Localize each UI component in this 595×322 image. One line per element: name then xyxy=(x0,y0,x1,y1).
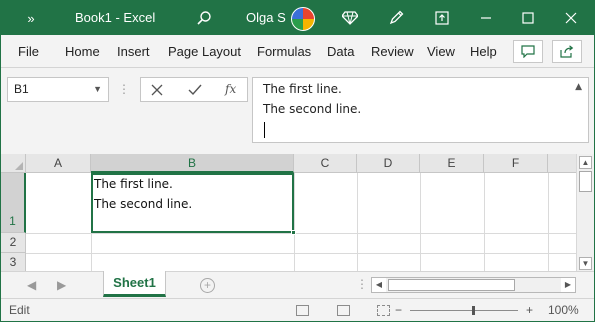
tab-page-layout[interactable]: Page Layout xyxy=(168,35,241,68)
tab-formulas[interactable]: Formulas xyxy=(257,35,311,68)
next-sheet-icon[interactable]: ▶ xyxy=(57,272,66,298)
formula-bar-input[interactable]: The first line. The second line. ▲ xyxy=(252,77,589,143)
horizontal-scrollbar[interactable]: ◀ ▶ xyxy=(371,277,576,293)
column-header-b[interactable]: B xyxy=(91,154,294,173)
text-cursor xyxy=(264,122,265,138)
page-layout-view-icon[interactable] xyxy=(337,305,350,316)
column-header-g[interactable] xyxy=(548,154,576,173)
search-icon[interactable] xyxy=(195,1,213,35)
insert-function-button[interactable]: fx xyxy=(225,78,236,101)
name-box[interactable]: B1 ▼ xyxy=(7,77,109,102)
formula-line-1: The first line. xyxy=(263,82,342,96)
cancel-x-icon[interactable] xyxy=(151,78,163,101)
title-bar: » Book1 - Excel Olga S xyxy=(1,1,594,35)
normal-view-icon[interactable] xyxy=(296,305,309,316)
column-header-d[interactable]: D xyxy=(357,154,420,173)
page-break-view-icon[interactable] xyxy=(377,305,390,316)
scroll-up-icon[interactable]: ▲ xyxy=(579,156,592,169)
workbook-title: Book1 - Excel xyxy=(75,10,156,25)
chevron-double-right-icon[interactable]: » xyxy=(23,1,39,35)
row-header-3[interactable]: 3 xyxy=(1,253,26,271)
name-box-value: B1 xyxy=(14,82,29,96)
cell-b1[interactable]: The first line. The second line. xyxy=(91,173,296,235)
excel-window: » Book1 - Excel Olga S File Home Insert xyxy=(0,0,595,322)
zoom-out-button[interactable]: − xyxy=(395,299,402,321)
row-header-2[interactable]: 2 xyxy=(1,233,26,253)
cell-b1-line-2: The second line. xyxy=(94,197,193,211)
status-mode: Edit xyxy=(9,303,30,317)
tab-file[interactable]: File xyxy=(18,35,39,68)
maximize-icon[interactable] xyxy=(519,1,537,35)
tab-home[interactable]: Home xyxy=(65,35,100,68)
share-icon xyxy=(560,45,574,58)
chevron-down-icon[interactable]: ▼ xyxy=(93,78,102,101)
vertical-scrollbar[interactable]: ▲ ▼ xyxy=(576,154,594,271)
select-all-button[interactable] xyxy=(1,154,26,173)
column-header-e[interactable]: E xyxy=(420,154,484,173)
gridline xyxy=(548,173,549,271)
row-header-1[interactable]: 1 xyxy=(1,173,26,233)
comment-button[interactable] xyxy=(513,40,543,63)
zoom-slider-knob[interactable] xyxy=(472,306,475,315)
sheet-tabs-bar: ◀ ▶ Sheet1 + ⋮ ◀ ▶ xyxy=(1,271,594,298)
column-header-c[interactable]: C xyxy=(294,154,357,173)
tab-help[interactable]: Help xyxy=(470,35,497,68)
zoom-slider[interactable] xyxy=(410,310,518,311)
close-icon[interactable] xyxy=(562,1,580,35)
ribbon-tabs: File Home Insert Page Layout Formulas Da… xyxy=(1,35,594,68)
ribbon-display-icon[interactable] xyxy=(433,1,451,35)
avatar[interactable] xyxy=(291,7,315,31)
add-sheet-button[interactable]: + xyxy=(200,278,215,293)
gridline xyxy=(420,173,421,271)
status-bar: Edit − + 100% xyxy=(1,298,594,321)
comment-icon xyxy=(521,45,535,58)
gridline xyxy=(357,173,358,271)
tab-data[interactable]: Data xyxy=(327,35,354,68)
previous-sheet-icon[interactable]: ◀ xyxy=(27,272,36,298)
gridline xyxy=(26,233,576,234)
gridline xyxy=(26,253,576,254)
column-header-a[interactable]: A xyxy=(26,154,91,173)
formula-line-2: The second line. xyxy=(263,102,362,116)
scroll-left-icon[interactable]: ◀ xyxy=(372,278,386,292)
tab-review[interactable]: Review xyxy=(371,35,414,68)
minimize-icon[interactable] xyxy=(477,1,495,35)
formula-buttons: fx xyxy=(140,77,248,102)
check-icon[interactable] xyxy=(188,78,202,101)
gridline xyxy=(484,173,485,271)
scroll-down-icon[interactable]: ▼ xyxy=(579,257,592,270)
sheet-tab-sheet1[interactable]: Sheet1 xyxy=(103,271,166,297)
formula-area: B1 ▼ ⋮ fx The first line. The second lin… xyxy=(1,68,594,154)
horizontal-scroll-thumb[interactable] xyxy=(388,279,515,291)
user-name[interactable]: Olga S xyxy=(246,1,286,35)
share-button[interactable] xyxy=(552,40,582,63)
spreadsheet-grid[interactable]: A B C D E F 1 2 3 The first line. The se… xyxy=(1,154,576,271)
zoom-level[interactable]: 100% xyxy=(548,299,579,321)
scroll-right-icon[interactable]: ▶ xyxy=(561,278,575,292)
pen-icon[interactable] xyxy=(387,1,405,35)
tab-view[interactable]: View xyxy=(427,35,455,68)
collapse-formula-bar-icon[interactable]: ▲ xyxy=(575,82,582,92)
column-header-f[interactable]: F xyxy=(484,154,548,173)
tab-insert[interactable]: Insert xyxy=(117,35,150,68)
fill-handle[interactable] xyxy=(291,230,296,235)
cell-b1-line-1: The first line. xyxy=(94,177,173,191)
resize-handle[interactable]: ⋮ xyxy=(118,82,130,96)
gridline xyxy=(294,173,295,271)
vertical-scroll-thumb[interactable] xyxy=(579,171,592,192)
diamond-icon[interactable] xyxy=(341,1,359,35)
tab-split-handle[interactable]: ⋮ xyxy=(356,277,368,291)
zoom-in-button[interactable]: + xyxy=(526,299,533,321)
